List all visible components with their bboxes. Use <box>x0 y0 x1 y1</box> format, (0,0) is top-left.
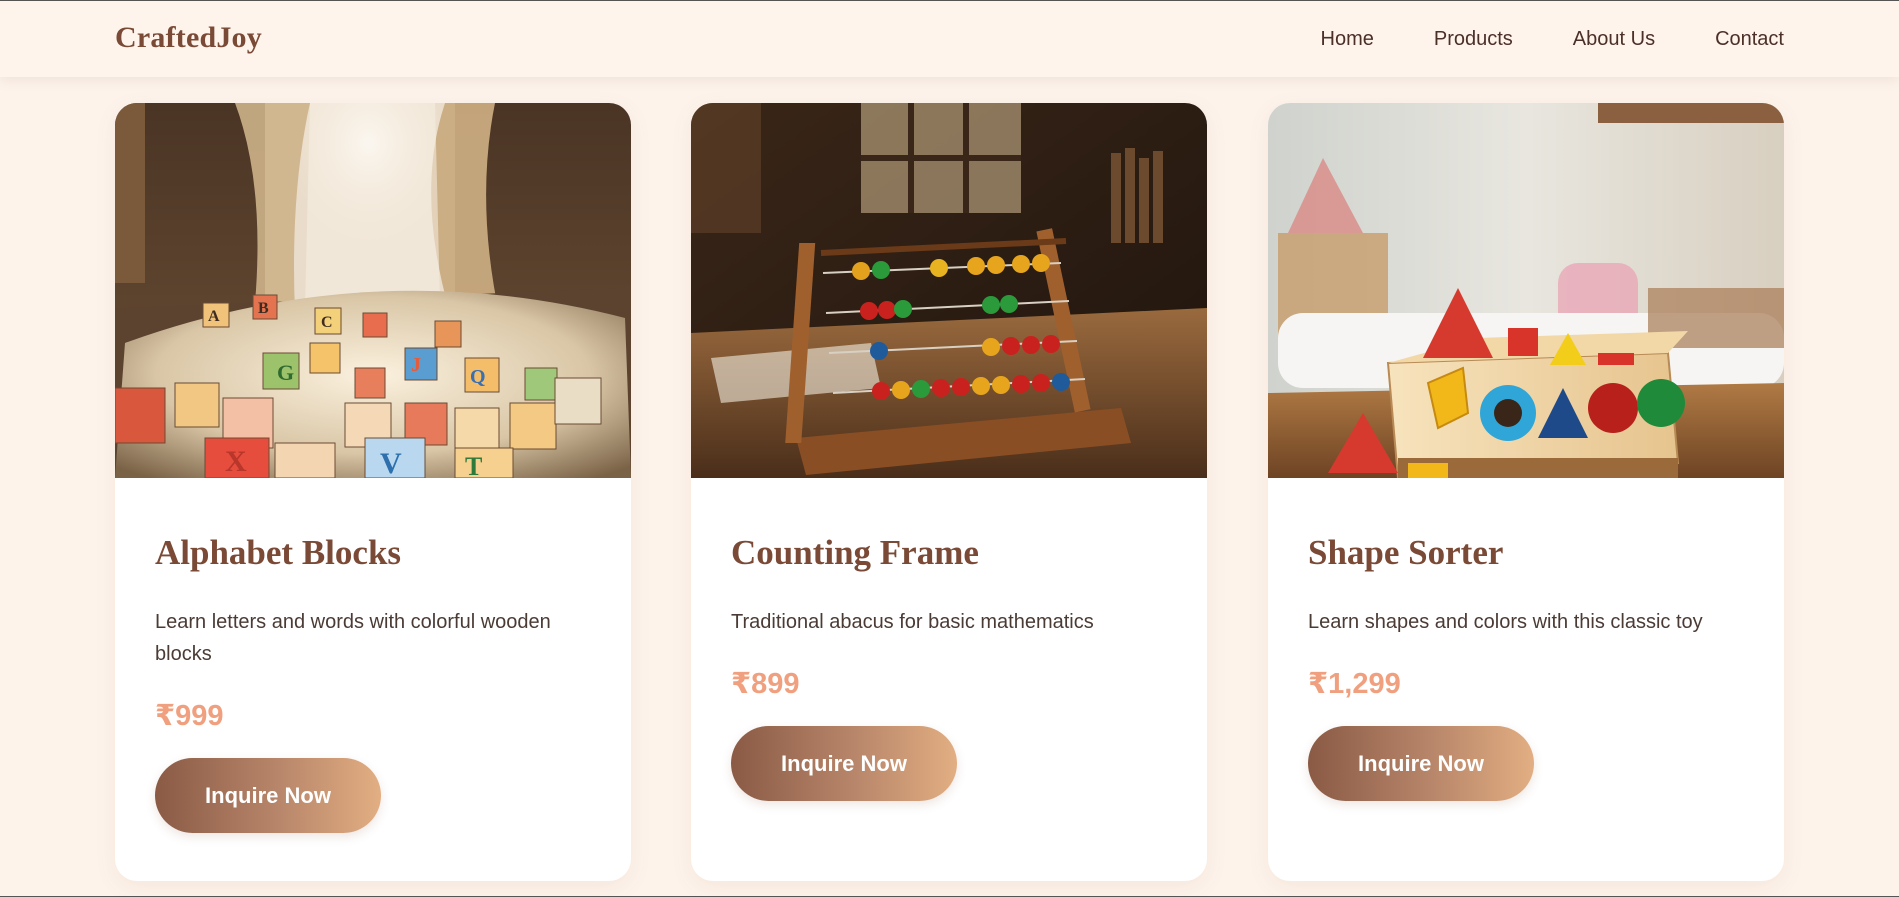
abacus-photo-icon <box>691 103 1207 478</box>
svg-text:A: A <box>208 308 220 325</box>
product-grid: A B C G J Q X V T Alphabet Blocks Learn … <box>115 103 1785 881</box>
svg-text:C: C <box>321 314 333 331</box>
shape-sorter-image <box>1268 103 1784 478</box>
product-card-shape-sorter: Shape Sorter Learn shapes and colors wit… <box>1268 103 1784 881</box>
inquire-now-button[interactable]: Inquire Now <box>731 726 957 801</box>
svg-text:Q: Q <box>470 366 486 388</box>
alphabet-blocks-photo-icon: A B C G J Q X V T <box>115 103 631 478</box>
svg-text:T: T <box>465 452 482 478</box>
svg-text:G: G <box>277 360 294 385</box>
svg-text:B: B <box>258 300 269 317</box>
inquire-now-button[interactable]: Inquire Now <box>1308 726 1534 801</box>
product-description: Learn letters and words with colorful wo… <box>155 611 551 665</box>
product-price: ₹899 <box>731 668 800 700</box>
nav-link-home[interactable]: Home <box>1321 28 1374 51</box>
product-title: Counting Frame <box>731 533 979 572</box>
product-title: Alphabet Blocks <box>155 533 402 572</box>
alphabet-blocks-image: A B C G J Q X V T <box>115 103 631 478</box>
brand-logo[interactable]: CraftedJoy <box>115 21 262 55</box>
product-description: Traditional abacus for basic mathematics <box>731 611 1094 633</box>
site-header: CraftedJoy Home Products About Us Contac… <box>0 1 1899 77</box>
page: CraftedJoy Home Products About Us Contac… <box>0 0 1899 897</box>
shape-sorter-photo-icon <box>1268 103 1784 478</box>
product-card-counting-frame: Counting Frame Traditional abacus for ba… <box>691 103 1207 881</box>
svg-text:X: X <box>225 445 247 478</box>
product-title: Shape Sorter <box>1308 533 1504 572</box>
svg-text:V: V <box>380 447 402 478</box>
nav-link-about-us[interactable]: About Us <box>1573 28 1655 51</box>
inquire-now-button[interactable]: Inquire Now <box>155 758 381 833</box>
product-price: ₹1,299 <box>1308 668 1401 700</box>
svg-text:J: J <box>411 354 421 376</box>
nav-link-products[interactable]: Products <box>1434 28 1513 51</box>
product-price: ₹999 <box>155 700 224 732</box>
main-nav: Home Products About Us Contact <box>1261 28 1785 51</box>
product-description: Learn shapes and colors with this classi… <box>1308 611 1703 633</box>
nav-link-contact[interactable]: Contact <box>1715 28 1784 51</box>
counting-frame-image <box>691 103 1207 478</box>
product-card-alphabet-blocks: A B C G J Q X V T Alphabet Blocks Learn … <box>115 103 631 881</box>
